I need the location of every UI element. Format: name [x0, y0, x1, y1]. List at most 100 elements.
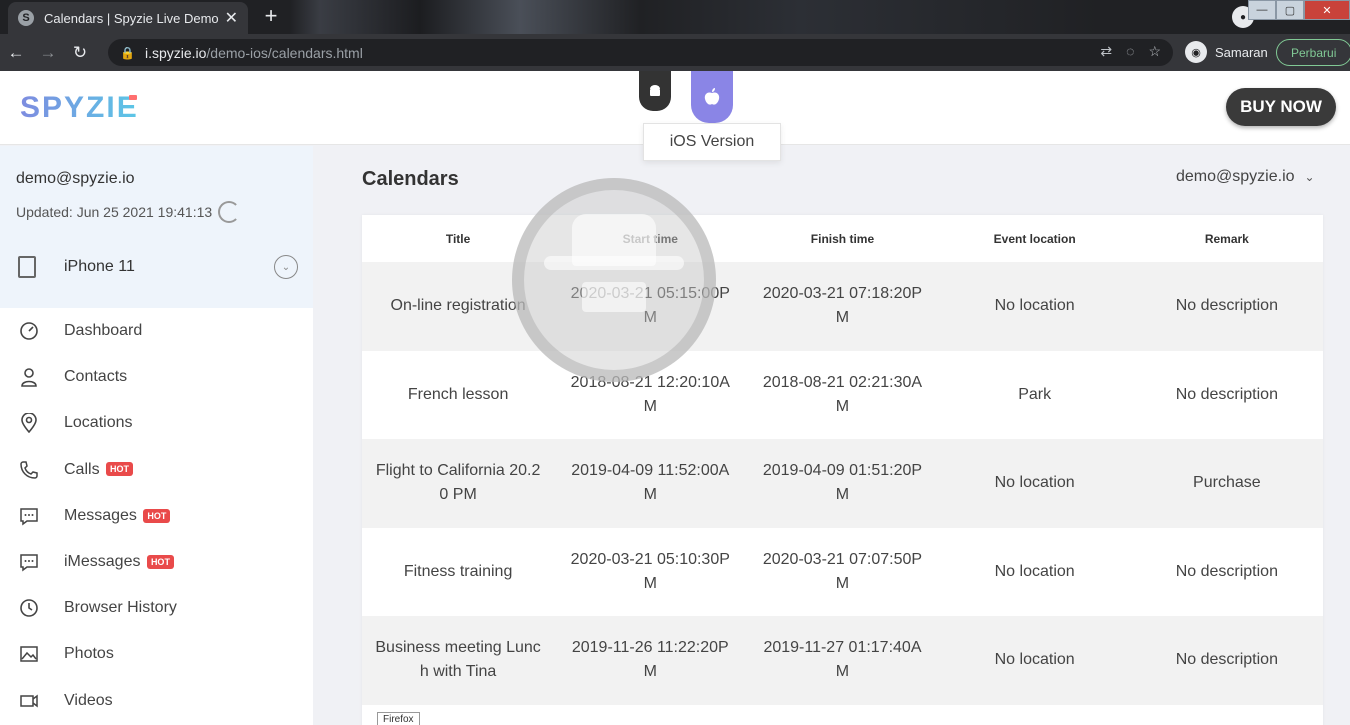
new-tab-button[interactable]: + — [258, 5, 284, 29]
column-header-event-location[interactable]: Event location — [939, 232, 1131, 246]
sidebar-item-label: Messages HOT — [64, 506, 171, 525]
cell-location: Park — [1018, 385, 1052, 403]
cell-remark: No description — [1175, 385, 1278, 403]
apple-icon[interactable] — [691, 71, 733, 123]
column-header-remark[interactable]: Remark — [1131, 232, 1323, 246]
column-header-finish-time[interactable]: Finish time — [746, 232, 938, 246]
table-header: Title Start time Finish time Event locat… — [362, 215, 1323, 262]
cell-remark: No description — [1175, 651, 1278, 669]
sidebar-item-imessages[interactable]: iMessages HOT — [0, 539, 313, 585]
hot-badge: HOT — [143, 508, 171, 523]
phone-icon — [18, 459, 40, 481]
sidebar-item-label: iMessages HOT — [64, 553, 174, 571]
maximize-button[interactable]: ▢ — [1276, 0, 1304, 20]
hot-badge: HOT — [106, 462, 134, 477]
sidebar-item-label: Videos — [64, 691, 113, 709]
table-row: Business meeting Lunch with Tina 2019-11… — [362, 616, 1323, 705]
sidebar-item-label: Contacts — [64, 368, 128, 386]
update-button[interactable]: Perbarui — [1276, 39, 1350, 66]
cell-remark: Purchase — [1193, 474, 1261, 492]
cell-title: Business meeting Lunch with Tina — [375, 639, 541, 681]
incognito-profile[interactable]: ◉ Samaran — [1185, 41, 1268, 63]
cell-start-time: 2019-04-09 11:52:00AM — [571, 462, 730, 504]
spyzie-logo[interactable]: SPYZIE — [20, 91, 139, 125]
sidebar-item-label: Photos — [64, 645, 114, 663]
sidebar-item-locations[interactable]: Locations — [0, 400, 313, 446]
chevron-down-icon: ⌄ — [1304, 170, 1315, 184]
sidebar-item-label-text: iMessages — [64, 553, 141, 571]
last-updated: Updated: Jun 25 2021 19:41:13 — [16, 201, 241, 223]
message-icon — [18, 505, 40, 527]
url-path: /demo-ios/calendars.html — [206, 44, 363, 61]
table-row: French lesson 2018-08-21 12:20:10AM 2018… — [362, 351, 1323, 440]
site-header: SPYZIE iOS Version BUY NOW — [0, 71, 1350, 161]
window-close-button[interactable]: ✕ — [1304, 0, 1350, 20]
eye-off-icon[interactable]: ◌ — [1126, 43, 1134, 60]
cell-title: French lesson — [407, 385, 509, 403]
ios-version-tooltip: iOS Version — [643, 123, 781, 161]
cell-start-time: 2019-11-26 11:22:20PM — [571, 639, 729, 681]
last-updated-text: Updated: Jun 25 2021 19:41:13 — [16, 204, 213, 220]
sidebar-menu: Dashboard Contacts Locations Calls HOT M… — [0, 308, 313, 724]
cell-location: No location — [994, 474, 1075, 492]
cell-start-time: 2018-08-21 12:20:10AM — [570, 373, 730, 415]
buy-now-button[interactable]: BUY NOW — [1226, 88, 1336, 126]
phone-device-icon — [18, 256, 36, 278]
sidebar-item-photos[interactable]: Photos — [0, 631, 313, 677]
sidebar-item-browser-history[interactable]: Browser History — [0, 585, 313, 631]
cell-remark: No description — [1175, 297, 1278, 315]
watermark-brim — [544, 256, 684, 270]
account-email: demo@spyzie.io — [16, 170, 135, 187]
sidebar-item-messages[interactable]: Messages HOT — [0, 493, 313, 539]
sidebar-item-label-text: Messages — [64, 506, 137, 524]
watermark-glasses — [582, 282, 646, 312]
cell-finish-time: 2018-08-21 02:21:30AM — [762, 373, 923, 415]
spy-watermark-icon — [512, 178, 716, 382]
device-name: iPhone 11 — [64, 258, 135, 275]
video-icon — [18, 690, 40, 712]
omnibox-actions: ⇄ ◌ ☆ — [1100, 43, 1161, 60]
tab-close-icon[interactable]: ✕ — [225, 8, 238, 28]
cell-location: No location — [994, 651, 1075, 669]
reload-icon[interactable]: ↻ — [64, 43, 96, 63]
cell-remark: No description — [1175, 562, 1278, 580]
cell-finish-time: 2019-11-27 01:17:40AM — [763, 639, 922, 681]
cell-title: Flight to California 20.20 PM — [375, 462, 541, 504]
lock-icon[interactable]: 🔒 — [120, 46, 135, 60]
url-host: i.spyzie.io — [144, 44, 207, 61]
sidebar-item-dashboard[interactable]: Dashboard — [0, 308, 313, 354]
minimize-button[interactable]: — — [1248, 0, 1276, 20]
back-arrow-icon[interactable]: ← — [0, 43, 32, 63]
cell-location: No location — [994, 297, 1075, 315]
contacts-icon — [18, 366, 40, 388]
cell-title: Fitness training — [403, 562, 513, 580]
page-title: Calendars — [362, 168, 459, 190]
tab-title: Calendars | Spyzie Live Demo — [44, 10, 219, 26]
sidebar-item-label: Calls HOT — [64, 460, 134, 479]
window-controls: — ▢ ✕ — [1248, 0, 1350, 22]
logo-mark-icon — [129, 95, 137, 100]
address-bar[interactable]: 🔒 i.spyzie.io /demo-ios/calendars.html ⇄… — [108, 39, 1173, 66]
user-menu[interactable]: demo@spyzie.io ⌄ — [1176, 168, 1315, 186]
hot-badge: HOT — [146, 554, 174, 569]
dashboard-icon — [18, 320, 40, 342]
sidebar-item-calls[interactable]: Calls HOT — [0, 447, 313, 493]
browser-tab[interactable]: S Calendars | Spyzie Live Demo ✕ — [8, 2, 248, 34]
spyzie-favicon-icon: S — [18, 10, 34, 26]
account-panel: demo@spyzie.io Updated: Jun 25 2021 19:4… — [0, 146, 313, 308]
android-icon[interactable] — [639, 71, 671, 111]
refresh-icon[interactable] — [218, 201, 241, 223]
star-icon[interactable]: ☆ — [1148, 43, 1161, 60]
main-content: Calendars demo@spyzie.io ⌄ Title Start t… — [313, 146, 1350, 725]
sidebar-item-videos[interactable]: Videos — [0, 678, 313, 724]
translate-icon[interactable]: ⇄ — [1100, 43, 1112, 60]
chevron-down-icon[interactable]: ⌄ — [274, 255, 298, 279]
table-row: Fitness training 2020-03-21 05:10:30PM 2… — [362, 528, 1323, 617]
cell-location: No location — [994, 562, 1075, 580]
sidebar-item-contacts[interactable]: Contacts — [0, 354, 313, 400]
sidebar-item-label-text: Calls — [64, 460, 100, 478]
device-selector[interactable]: iPhone 11 ⌄ — [18, 252, 298, 282]
table-row: Flight to California 20.20 PM 2019-04-09… — [362, 439, 1323, 528]
forward-arrow-icon[interactable]: → — [32, 43, 64, 63]
calendar-table: Title Start time Finish time Event locat… — [362, 215, 1323, 725]
